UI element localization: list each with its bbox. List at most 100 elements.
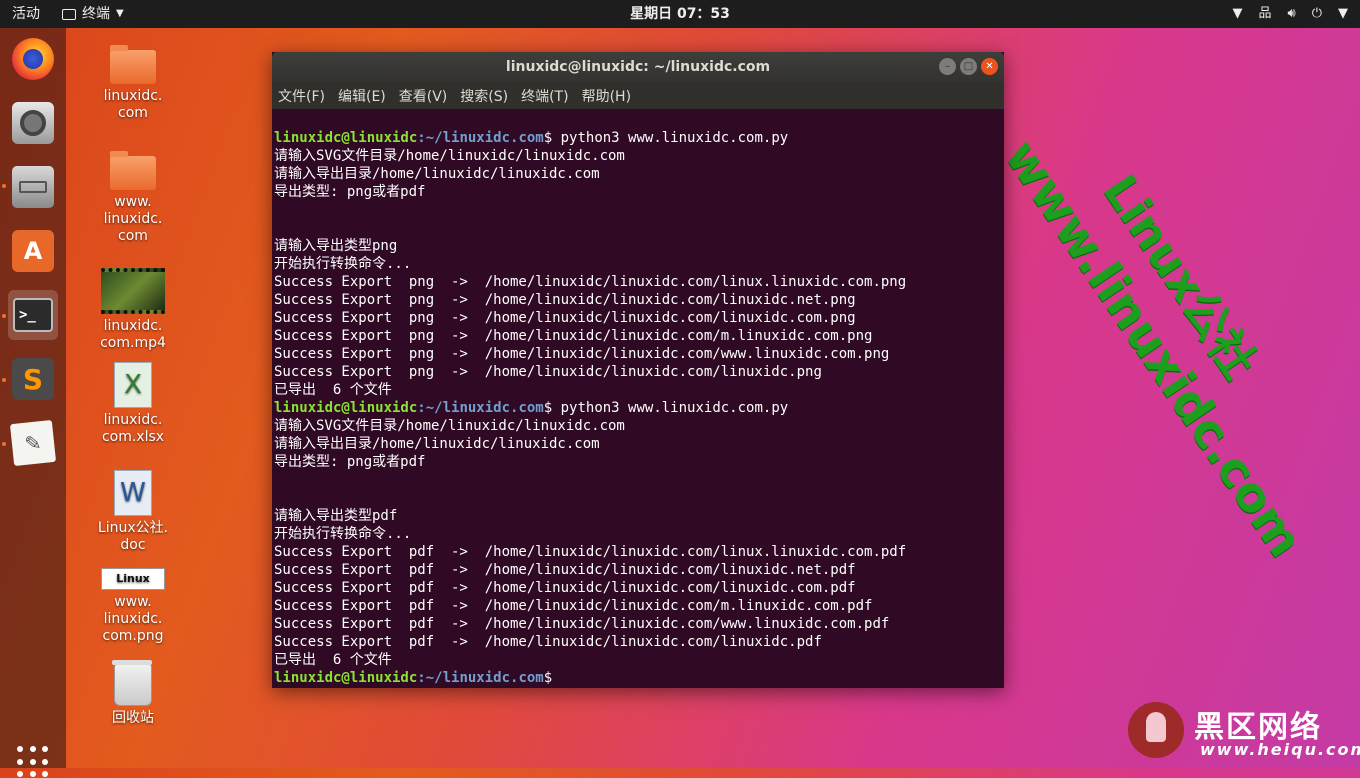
output-line: Success Export pdf -> /home/linuxidc/lin… [274,598,873,614]
clock[interactable]: 星期日 07：53 [630,6,730,22]
desktop-icon-label: linuxidc. com [103,88,163,121]
terminal-icon: >_ [13,298,53,332]
menu-view[interactable]: 查看(V) [399,86,448,106]
output-line: Success Export png -> /home/linuxidc/lin… [274,292,856,308]
output-line: Success Export pdf -> /home/linuxidc/lin… [274,580,856,596]
volume-icon[interactable]: 🔊︎ [1288,0,1296,28]
prompt-path: :~/linuxidc.com [417,670,544,686]
window-title: linuxidc@linuxidc: ~/linuxidc.com [505,59,771,75]
prompt-path: :~/linuxidc.com [417,130,544,146]
terminal-output[interactable]: linuxidc@linuxidc:~/linuxidc.com$ python… [272,109,1004,686]
prompt-user: linuxidc@linuxidc [274,670,418,686]
dock-camera[interactable] [8,98,58,148]
prompt-user: linuxidc@linuxidc [274,130,418,146]
menu-bar: 文件(F) 编辑(E) 查看(V) 搜索(S) 终端(T) 帮助(H) [272,82,1004,109]
dock-sublime-text[interactable]: S [8,354,58,404]
files-icon [12,166,54,208]
menu-search[interactable]: 搜索(S) [460,86,508,106]
close-icon[interactable]: ✕ [981,58,998,75]
video-file-icon [101,268,165,314]
maximize-icon[interactable]: □ [960,58,977,75]
dock: A >_ S ✎ [0,28,66,778]
activities-button[interactable]: 活动 [12,0,40,28]
output-line: Success Export png -> /home/linuxidc/lin… [274,346,890,362]
window-titlebar[interactable]: linuxidc@linuxidc: ~/linuxidc.com – □ ✕ [272,52,1004,82]
desktop-icon-video[interactable]: linuxidc. com.mp4 [83,268,183,352]
menu-file[interactable]: 文件(F) [278,86,325,106]
document-icon: W [114,470,152,516]
power-icon[interactable]: ⏻ [1312,0,1322,28]
minimize-icon[interactable]: – [939,58,956,75]
desktop-icon-folder[interactable]: linuxidc. com [83,45,183,122]
running-indicator [2,184,6,188]
output-line: 请输入SVG文件目录/home/linuxidc/linuxidc.com [274,418,625,434]
trash-icon [112,660,152,706]
menu-help[interactable]: 帮助(H) [582,86,631,106]
output-line: 请输入SVG文件目录/home/linuxidc/linuxidc.com [274,148,625,164]
mushroom-logo-icon [1128,702,1184,758]
desktop-icon-image[interactable]: Linux www. linuxidc. com.png [83,568,183,645]
chevron-down-icon: ▼ [116,8,124,19]
output-line: Success Export pdf -> /home/linuxidc/lin… [274,562,856,578]
command-output: 请输入SVG文件目录/home/linuxidc/linuxidc.com 请输入… [274,147,1002,399]
prompt-line: linuxidc@linuxidc:~/linuxidc.com$ python… [274,129,1002,147]
caret-icon[interactable]: ▼ [1338,0,1348,28]
dock-software-center[interactable]: A [8,226,58,276]
command-text: python3 www.linuxidc.com.py [552,130,789,146]
terminal-window[interactable]: linuxidc@linuxidc: ~/linuxidc.com – □ ✕ … [272,52,1004,688]
output-line: Success Export pdf -> /home/linuxidc/lin… [274,616,890,632]
camera-icon [12,102,54,144]
output-line: 开始执行转换命令... [274,256,412,272]
firefox-icon [12,38,54,80]
desktop-icon-label: linuxidc. com.mp4 [100,318,166,351]
folder-icon [110,151,156,190]
output-line: Success Export pdf -> /home/linuxidc/lin… [274,544,907,560]
output-line: Success Export png -> /home/linuxidc/lin… [274,364,822,380]
prompt-symbol: $ [543,400,553,416]
desktop-icon-document[interactable]: W Linux公社. doc [83,470,183,554]
app-menu-label: 终端 [82,6,110,22]
prompt-path: :~/linuxidc.com [417,400,544,416]
sublime-text-icon: S [12,358,54,400]
top-bar: 活动 终端 ▼ 星期日 07：53 ▼ 品 🔊︎ ⏻ ▼ [0,0,1360,28]
menu-edit[interactable]: 编辑(E) [338,86,386,106]
desktop-icon-trash[interactable]: 回收站 [83,660,183,727]
text-editor-icon: ✎ [9,419,57,467]
running-indicator [2,378,6,382]
desktop-icon-spreadsheet[interactable]: X linuxidc. com.xlsx [83,362,183,446]
dropdown-icon[interactable]: ▼ [1232,0,1242,28]
dock-firefox[interactable] [8,34,58,84]
desktop-icon-folder[interactable]: www. linuxidc. com [83,151,183,245]
desktop-icon-label: 回收站 [112,710,154,726]
dock-terminal[interactable]: >_ [8,290,58,340]
output-line: 导出类型: png或者pdf [274,184,426,200]
output-line: Success Export pdf -> /home/linuxidc/lin… [274,634,822,650]
output-line: 已导出 6 个文件 [274,652,392,668]
clock-container: 星期日 07：53 [0,0,1360,28]
output-line: 请输入导出类型pdf [274,508,398,524]
prompt-line: linuxidc@linuxidc:~/linuxidc.com$ python… [274,399,1002,417]
desktop-icon-label: www. linuxidc. com.png [102,594,164,644]
system-tray[interactable]: ▼ 品 🔊︎ ⏻ ▼ [1232,0,1348,28]
command-output: 请输入SVG文件目录/home/linuxidc/linuxidc.com 请输入… [274,417,1002,669]
prompt-line: linuxidc@linuxidc:~/linuxidc.com$ [274,669,1002,686]
running-indicator [2,442,6,446]
show-applications-icon[interactable] [17,746,49,778]
app-menu[interactable]: 终端 ▼ [62,0,124,28]
output-line: 请输入导出类型png [274,238,398,254]
desktop-icon-label: www. linuxidc. com [103,194,163,244]
dock-files[interactable] [8,162,58,212]
terminal-icon [62,8,76,20]
image-file-icon: Linux [101,568,165,590]
network-icon[interactable]: 品 [1258,0,1271,28]
output-line: 已导出 6 个文件 [274,382,392,398]
menu-terminal[interactable]: 终端(T) [521,86,568,106]
command-text: python3 www.linuxidc.com.py [552,400,789,416]
output-line: 开始执行转换命令... [274,526,412,542]
dock-text-editor[interactable]: ✎ [8,418,58,468]
folder-icon [110,45,156,84]
